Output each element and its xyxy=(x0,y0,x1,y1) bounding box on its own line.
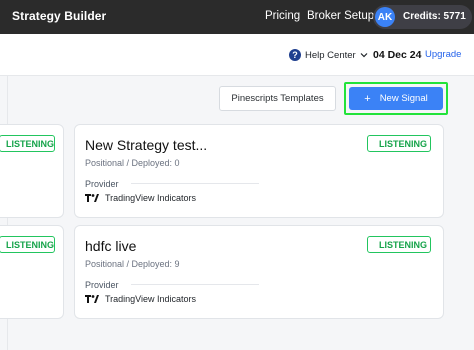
question-circle-icon: ? xyxy=(289,49,301,61)
nav-broker-setup-link[interactable]: Broker Setup xyxy=(307,10,374,22)
credits-pill[interactable]: AK Credits: 5771 xyxy=(373,5,472,29)
new-signal-highlight: + New Signal xyxy=(344,82,448,115)
divider xyxy=(131,183,259,184)
new-signal-button[interactable]: + New Signal xyxy=(349,87,443,110)
status-badge: LISTENING xyxy=(367,135,431,152)
provider-name: TradingView Indicators xyxy=(105,294,197,304)
plus-icon: + xyxy=(364,92,371,105)
pinescripts-templates-button[interactable]: Pinescripts Templates xyxy=(219,86,336,111)
strategy-card[interactable]: hdfc live Positional / Deployed: 9 LISTE… xyxy=(74,225,444,319)
credits-count: Credits: 5771 xyxy=(403,11,466,22)
nav-pricing-link[interactable]: Pricing xyxy=(265,10,300,22)
status-label: LISTENING xyxy=(379,239,428,250)
strategy-title[interactable]: New Strategy test... xyxy=(85,137,207,153)
status-badge: LISTENING xyxy=(0,135,55,152)
strategy-meta: Positional / Deployed: 9 xyxy=(85,259,180,269)
provider-label: Provider xyxy=(85,280,119,290)
provider-row: TradingView Indicators xyxy=(85,294,196,304)
divider xyxy=(131,284,259,285)
current-date: 04 Dec 24 xyxy=(373,49,422,61)
strategy-meta: Positional / Deployed: 0 xyxy=(85,158,180,168)
status-badge: LISTENING xyxy=(0,236,55,253)
provider-name: TradingView Indicators xyxy=(105,193,197,203)
upgrade-link[interactable]: Upgrade xyxy=(425,49,461,60)
new-signal-label: New Signal xyxy=(379,93,428,104)
top-navbar: Strategy Builder Pricing Broker Setup AK… xyxy=(0,0,474,34)
strategy-title[interactable]: hdfc live xyxy=(85,238,136,254)
tradingview-logo-icon xyxy=(85,194,99,202)
strategy-card-partial[interactable]: LISTENING xyxy=(0,225,64,319)
help-center-menu[interactable]: ? Help Center xyxy=(289,47,369,63)
tradingview-logo-icon xyxy=(85,295,99,303)
strategy-card[interactable]: New Strategy test... Positional / Deploy… xyxy=(74,124,444,218)
sub-header: ? Help Center 04 Dec 24 Upgrade xyxy=(0,34,474,76)
provider-row: TradingView Indicators xyxy=(85,193,196,203)
avatar[interactable]: AK xyxy=(375,7,395,27)
app-brand[interactable]: Strategy Builder xyxy=(12,9,106,23)
strategy-card-partial[interactable]: LISTENING xyxy=(0,124,64,218)
help-center-label: Help Center xyxy=(305,49,356,61)
status-badge: LISTENING xyxy=(367,236,431,253)
provider-label: Provider xyxy=(85,179,119,189)
status-label: LISTENING xyxy=(379,138,428,149)
chevron-down-icon xyxy=(360,53,368,58)
